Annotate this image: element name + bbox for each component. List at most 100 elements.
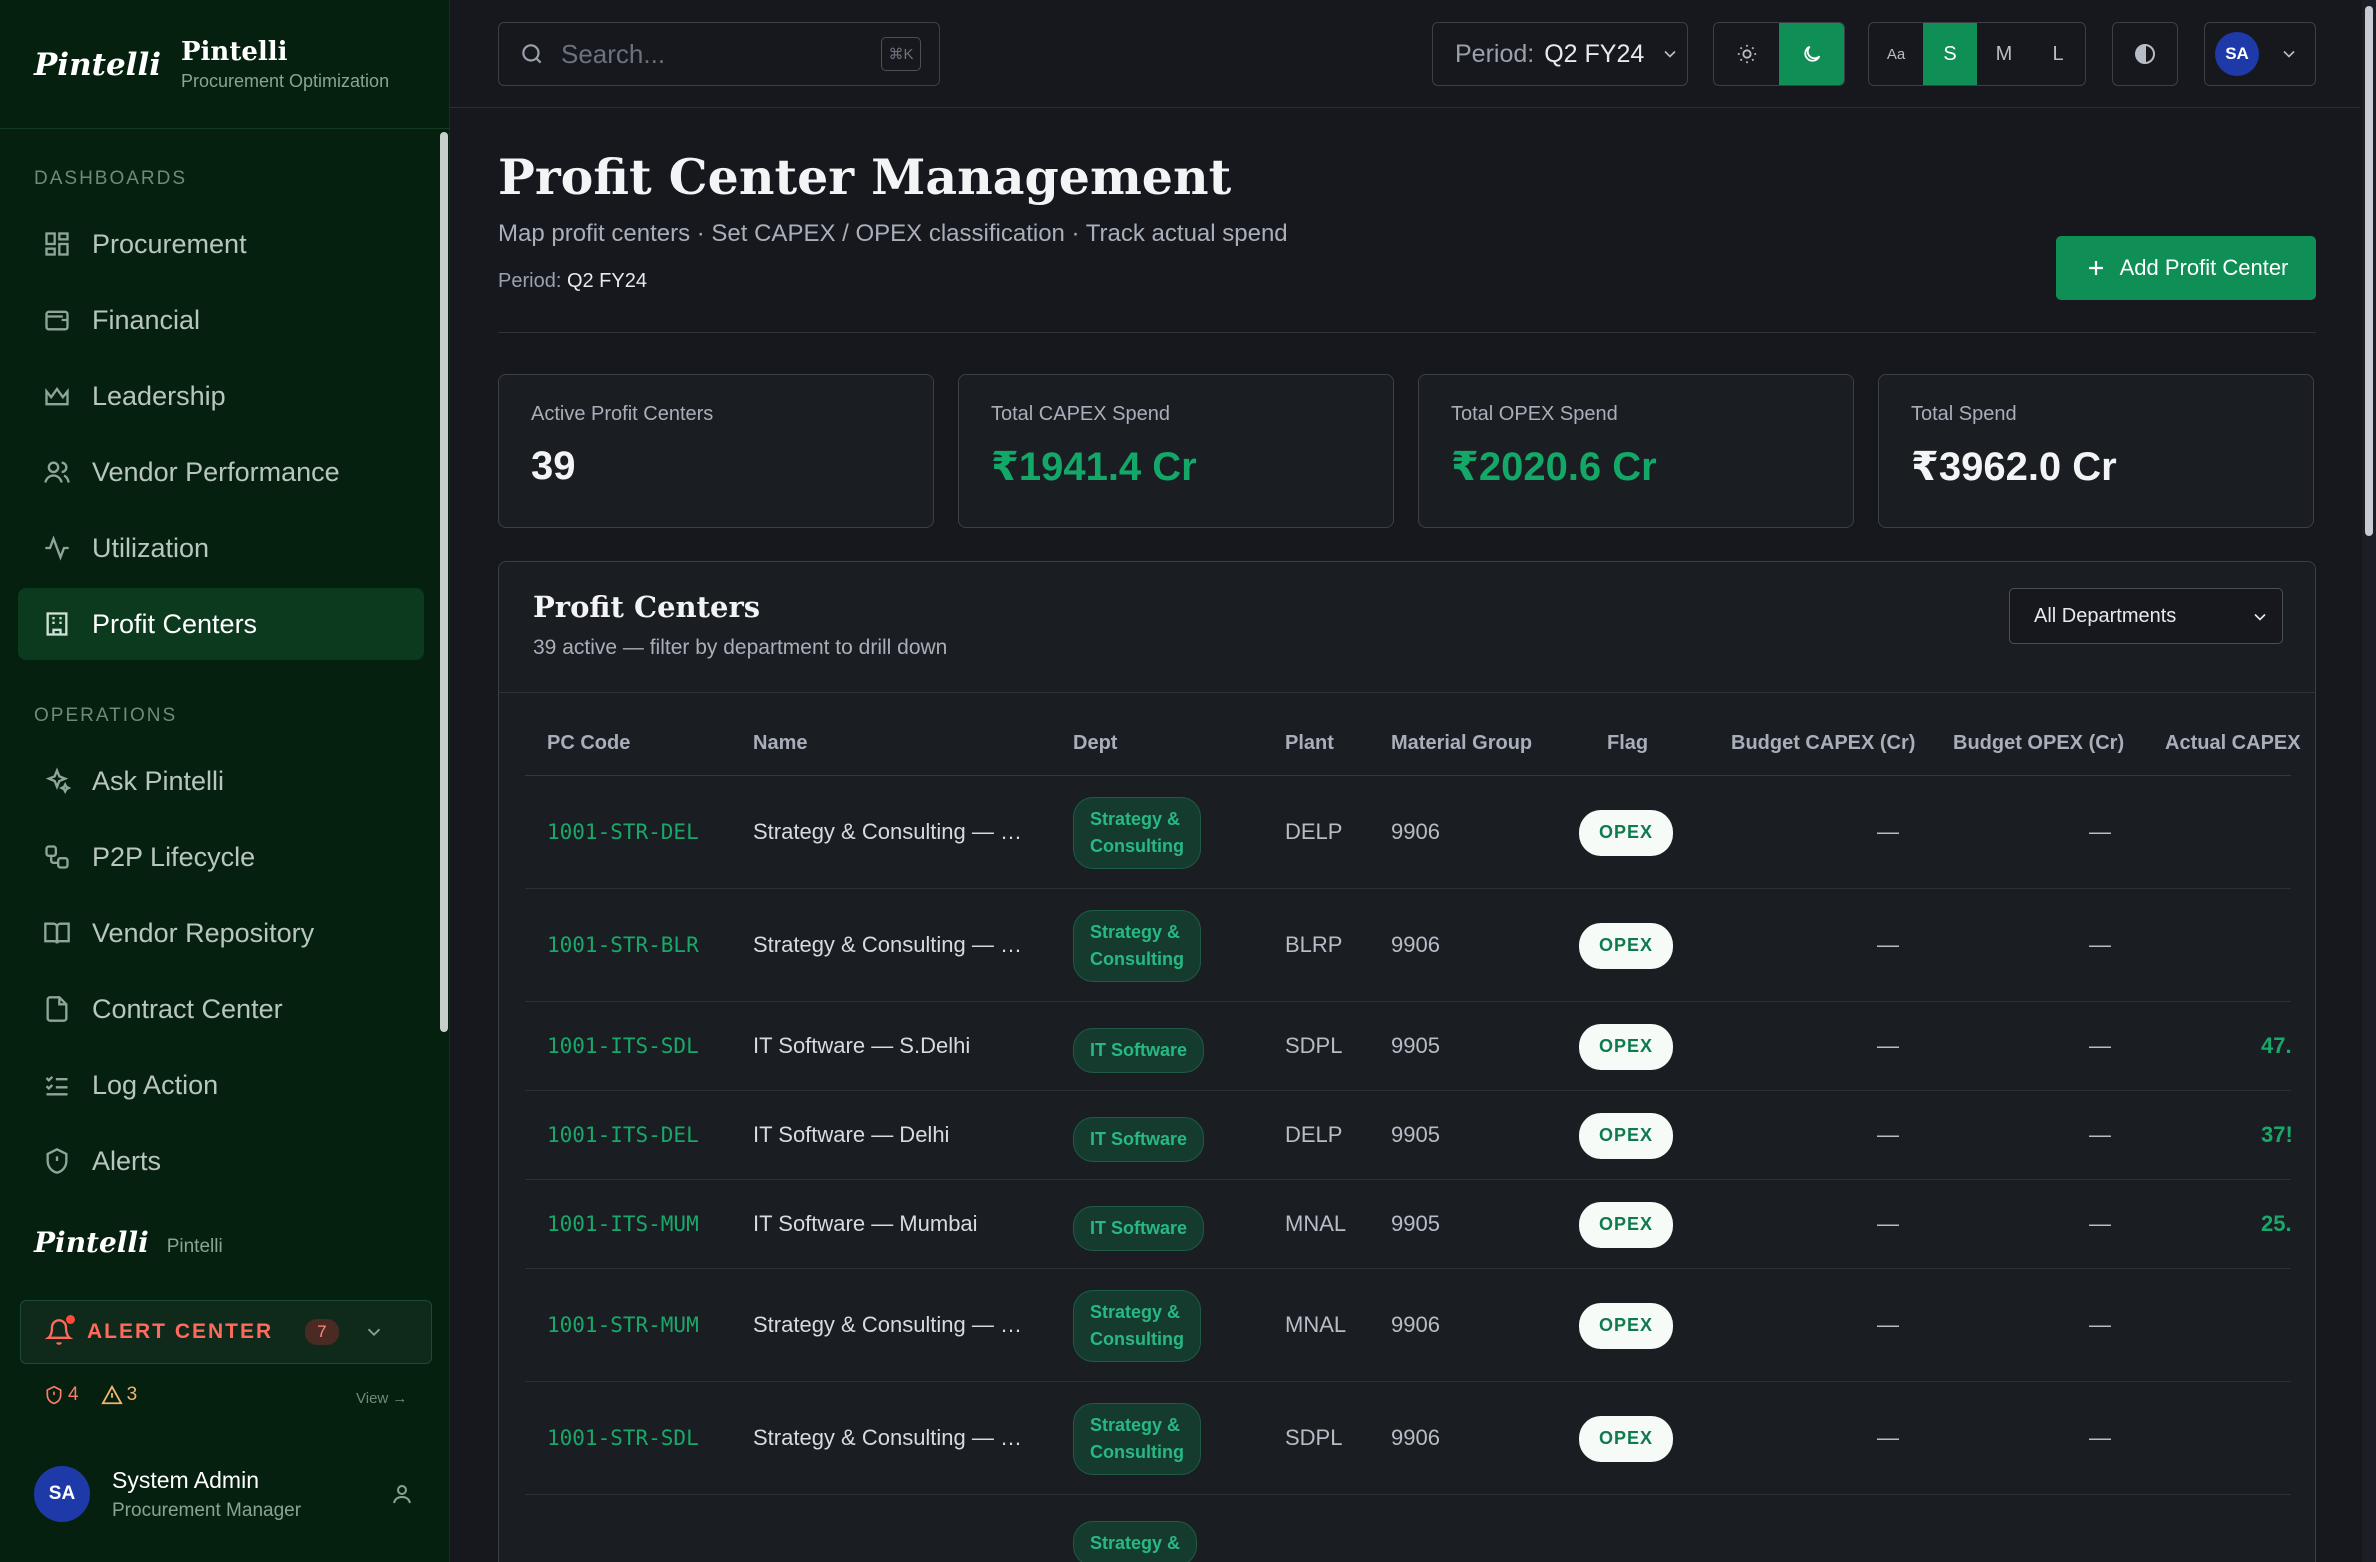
sidebar-item-alerts[interactable]: Alerts	[18, 1125, 424, 1197]
table-row[interactable]: 1001-STR-MUM Strategy & Consulting — … Str…	[525, 1269, 2291, 1382]
pc-code[interactable]: 1001-ITS-MUM	[547, 1212, 699, 1236]
add-profit-center-button[interactable]: Add Profit Center	[2056, 236, 2316, 300]
pc-name: Strategy & Consulting — …	[753, 931, 1023, 957]
dept-line: Consulting	[1090, 1328, 1184, 1349]
warning-count: 3	[126, 1384, 138, 1405]
sidebar-item-leadership[interactable]: Leadership	[18, 360, 424, 432]
footer-name: Pintelli	[166, 1236, 223, 1257]
scrollbar-thumb[interactable]	[2365, 6, 2373, 536]
moon-icon	[1803, 45, 1820, 62]
budget-opex: —	[2089, 1311, 2111, 1337]
shield-alert-icon	[46, 1385, 62, 1405]
table-row[interactable]: 1001-ITS-SDL IT Software — S.Delhi IT Soft…	[525, 1002, 2292, 1091]
flag-badge[interactable]: OPEX	[1579, 1415, 1673, 1462]
page-title: Profit Center Management	[498, 148, 1232, 206]
sidebar-item-financial[interactable]: Financial	[18, 284, 424, 356]
column-header[interactable]: Material Group	[1391, 732, 1532, 755]
column-header[interactable]: Actual CAPEX	[2165, 732, 2301, 755]
column-header[interactable]: Flag	[1607, 732, 1648, 755]
alert-view-link[interactable]: View →	[356, 1390, 407, 1407]
sidebar-user[interactable]: SA System Admin Procurement Manager	[34, 1466, 301, 1522]
size-option-s[interactable]: S	[1923, 23, 1977, 85]
sidebar-item-utilization[interactable]: Utilization	[18, 512, 424, 584]
sidebar-item-profit-centers[interactable]: Profit Centers	[18, 588, 424, 660]
plant: SDPL	[1285, 1424, 1343, 1450]
nav-section-dashboards: DASHBOARDS	[34, 168, 188, 189]
table-row[interactable]: 1001-STR-DEL Strategy & Consulting — … Str…	[525, 776, 2291, 889]
alert-center-toggle[interactable]: ALERT CENTER 7	[20, 1300, 432, 1364]
sidebar-item-label: Ask Pintelli	[92, 765, 225, 796]
sidebar-item-label: Financial	[92, 304, 201, 335]
table-row[interactable]: 1001-ITS-MUM IT Software — Mumbai IT Softw…	[525, 1180, 2292, 1269]
sidebar-item-ask-pintelli[interactable]: Ask Pintelli	[18, 745, 424, 817]
dept-badge: Strategy & Consulting	[1073, 1402, 1201, 1475]
alert-stats: 4 3	[44, 1384, 137, 1406]
pc-code[interactable]: 1001-STR-MUM	[547, 1313, 699, 1337]
pc-name: IT Software — Delhi	[753, 1121, 950, 1147]
budget-capex: —	[1877, 818, 1899, 844]
sidebar-scrollbar[interactable]	[440, 132, 448, 1032]
user-menu-button[interactable]: SA	[2204, 22, 2316, 86]
budget-capex: —	[1877, 1210, 1899, 1236]
sidebar-item-log-action[interactable]: Log Action	[18, 1049, 424, 1121]
size-option-aa[interactable]: Aa	[1869, 23, 1923, 85]
dept-badge: IT Software	[1073, 1116, 1205, 1162]
sidebar-item-label: Procurement	[92, 228, 247, 259]
light-theme-button[interactable]	[1714, 23, 1779, 85]
sidebar-item-vendor-performance[interactable]: Vendor Performance	[18, 436, 424, 508]
column-header[interactable]: Name	[753, 732, 807, 755]
avatar: SA	[34, 1466, 90, 1522]
kpi-card: Total Spend ₹3962.0 Cr	[1878, 374, 2314, 528]
pc-code[interactable]: 1001-ITS-SDL	[547, 1034, 699, 1058]
pc-code[interactable]: 1001-STR-SDL	[547, 1426, 699, 1450]
size-option-l[interactable]: L	[2031, 23, 2085, 85]
pc-code[interactable]: 1001-STR-DEL	[547, 820, 699, 844]
flag-badge[interactable]: OPEX	[1579, 922, 1673, 969]
dept-line: Consulting	[1090, 1441, 1184, 1462]
plant: DELP	[1285, 818, 1343, 844]
brand[interactable]: Pintelli Pintelli Procurement Optimizati…	[34, 38, 389, 92]
table-row[interactable]: 1001-STR-SDL Strategy & Consulting — … Str…	[525, 1382, 2291, 1495]
sidebar-item-p2p-lifecycle[interactable]: P2P Lifecycle	[18, 821, 424, 893]
material-group: 9905	[1391, 1032, 1440, 1058]
shortcut-hint: ⌘K	[881, 37, 921, 71]
column-header[interactable]: Budget OPEX (Cr)	[1953, 732, 2124, 755]
table-row[interactable]: 1001-STR-BLR Strategy & Consulting — … Str…	[525, 889, 2291, 1002]
contrast-icon	[2135, 44, 2155, 64]
flag-badge[interactable]: OPEX	[1579, 1023, 1673, 1070]
page-scrollbar[interactable]	[2362, 0, 2376, 1562]
search-box[interactable]: ⌘K	[498, 22, 940, 86]
wallet-icon	[42, 305, 72, 335]
column-header[interactable]: Budget CAPEX (Cr)	[1731, 732, 1915, 755]
divider	[498, 332, 2316, 333]
flag-badge[interactable]: OPEX	[1579, 1112, 1673, 1159]
period-label: Period:	[498, 270, 562, 292]
search-input[interactable]	[561, 38, 861, 70]
pc-code[interactable]: 1001-STR-BLR	[547, 933, 699, 957]
pc-code[interactable]: 1001-ITS-DEL	[547, 1123, 699, 1147]
flag-badge[interactable]: OPEX	[1579, 1302, 1673, 1349]
column-header[interactable]: Dept	[1073, 732, 1117, 755]
profile-icon[interactable]	[390, 1482, 414, 1511]
sidebar-item-contract-center[interactable]: Contract Center	[18, 973, 424, 1045]
flag-badge[interactable]: OPEX	[1579, 1201, 1673, 1248]
material-group: 9906	[1391, 818, 1440, 844]
sidebar-item-vendor-repository[interactable]: Vendor Repository	[18, 897, 424, 969]
dark-theme-button[interactable]	[1779, 23, 1844, 85]
size-option-m[interactable]: M	[1977, 23, 2031, 85]
users-icon	[42, 457, 72, 487]
column-header[interactable]: PC Code	[547, 732, 630, 755]
contrast-button[interactable]	[2112, 22, 2178, 86]
actual-capex: 47.	[2261, 1032, 2292, 1058]
department-filter[interactable]: All Departments	[2009, 588, 2283, 644]
period-select[interactable]: Period: Q2 FY24	[1432, 22, 1688, 86]
alert-center-label: ALERT CENTER	[87, 1320, 274, 1343]
bell-icon	[45, 1315, 75, 1346]
flag-badge[interactable]: OPEX	[1579, 809, 1673, 856]
chevron-down-icon	[363, 1321, 385, 1343]
table-row[interactable]: 1001-ITS-DEL IT Software — Delhi IT Softwa…	[525, 1091, 2293, 1180]
column-header[interactable]: Plant	[1285, 732, 1334, 755]
sidebar-item-procurement[interactable]: Procurement	[18, 208, 424, 280]
table-row[interactable]: Strategy &	[525, 1495, 2291, 1562]
period-value: Q2 FY24	[566, 270, 647, 292]
